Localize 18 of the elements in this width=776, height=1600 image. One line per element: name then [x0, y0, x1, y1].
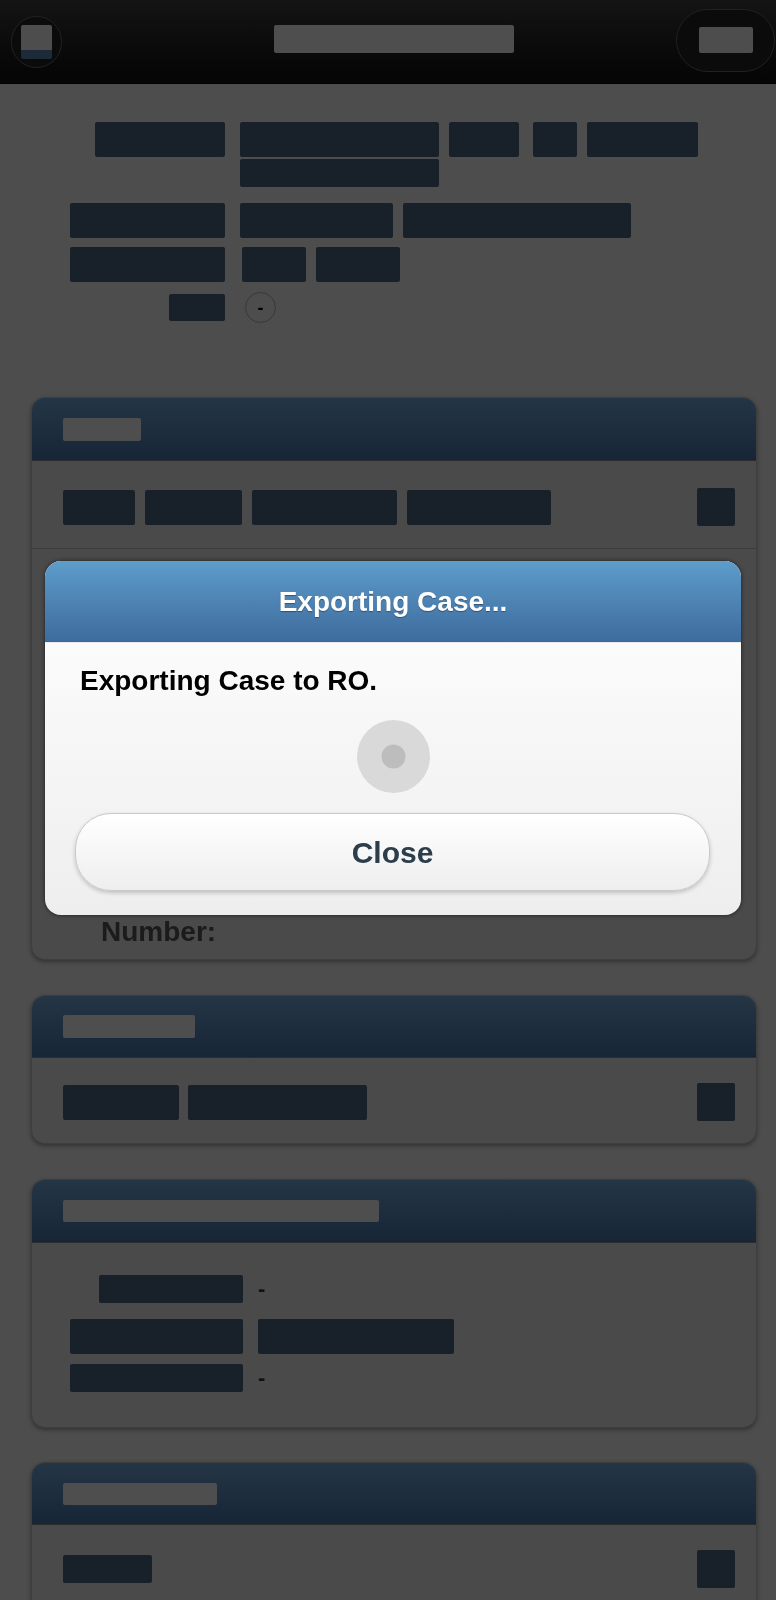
close-button[interactable]: Close: [75, 813, 710, 891]
redaction-block: [169, 294, 225, 321]
redaction-block: [533, 122, 577, 157]
round-button[interactable]: [11, 15, 62, 68]
loading-spinner-icon: [356, 720, 430, 793]
redaction-block: [21, 24, 52, 59]
value-text: -: [258, 1277, 266, 1301]
dialog-title: Exporting Case...: [278, 585, 508, 618]
redaction-block: [697, 1083, 735, 1121]
redaction-block: [697, 488, 735, 526]
pill-button[interactable]: [676, 8, 775, 72]
redaction-block: [242, 247, 306, 282]
redaction-block: [697, 1550, 735, 1588]
redaction-block: [449, 122, 519, 157]
redaction-block: [63, 489, 135, 525]
redaction-block: [698, 27, 753, 53]
dialog-message: Exporting Case to RO.: [80, 665, 378, 697]
value-text: -: [258, 1366, 266, 1390]
